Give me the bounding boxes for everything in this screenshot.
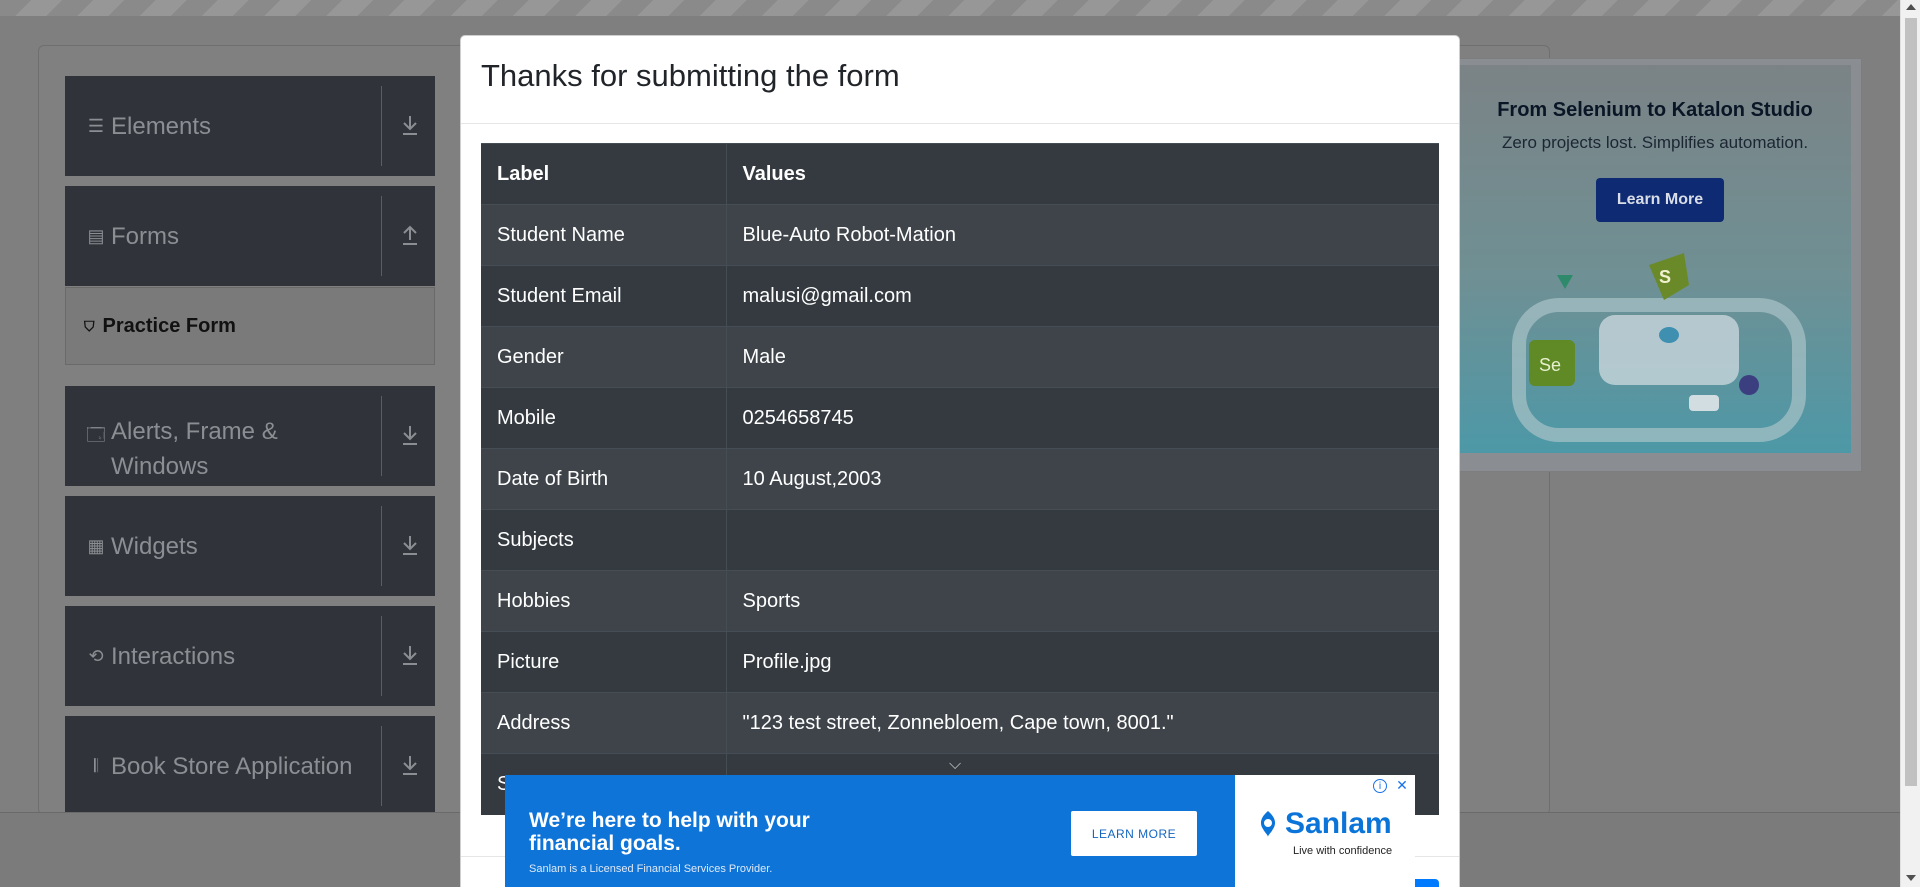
- row-label: Address: [481, 692, 727, 754]
- scroll-down-arrow-icon[interactable]: [1906, 875, 1916, 881]
- divider: [381, 506, 382, 586]
- row-label: Date of Birth: [481, 448, 727, 510]
- divider: [381, 616, 382, 696]
- download-arrow-icon[interactable]: [399, 644, 421, 668]
- download-arrow-icon[interactable]: [399, 754, 421, 778]
- svg-text:S: S: [1659, 267, 1671, 287]
- widgets-icon: ▦: [87, 535, 105, 556]
- hamburger-icon: ☰: [87, 115, 105, 136]
- download-arrow-icon[interactable]: [399, 114, 421, 138]
- sidebar-group-title: ▦ Widgets: [85, 496, 198, 596]
- sanlam-brand-name: Sanlam: [1285, 807, 1392, 840]
- row-value: Male: [726, 326, 1439, 388]
- row-label: Student Name: [481, 204, 727, 266]
- sidebar-group-title: ☰ Elements: [85, 76, 211, 176]
- divider: [381, 86, 382, 166]
- table-row: Date of Birth 10 August,2003: [481, 448, 1439, 510]
- ad-title: From Selenium to Katalon Studio: [1497, 99, 1813, 121]
- submission-modal: Thanks for submitting the form Label Val…: [460, 35, 1460, 887]
- row-label: Hobbies: [481, 570, 727, 632]
- sidebar-group-widgets[interactable]: ▦ Widgets: [65, 496, 435, 596]
- sidebar-item-practice-form[interactable]: ⛉ Practice Form: [65, 287, 435, 365]
- column-header-values: Values: [726, 143, 1439, 205]
- row-label: Subjects: [481, 509, 727, 571]
- modal-header: Thanks for submitting the form: [461, 36, 1459, 124]
- row-value: Sports: [726, 570, 1439, 632]
- row-label: Gender: [481, 326, 727, 388]
- page-scrollbar[interactable]: [1900, 0, 1920, 887]
- chevron-down-icon[interactable]: ⌵: [949, 754, 961, 774]
- scroll-thumb[interactable]: [1905, 18, 1917, 786]
- sanlam-logo: Sanlam: [1257, 807, 1392, 841]
- divider: [381, 196, 382, 276]
- download-arrow-icon[interactable]: [399, 534, 421, 558]
- sanlam-logo-area: Sanlam Live with confidence: [1235, 775, 1415, 887]
- row-value: "123 test street, Zonnebloem, Cape town,…: [726, 692, 1439, 754]
- window-icon: 🗔: [86, 425, 106, 445]
- sidebar-group-label: Forms: [111, 222, 179, 250]
- sidebar-group-title: ⟲ Interactions: [85, 606, 235, 706]
- ad-fine-print: Sanlam is a Licensed Financial Services …: [529, 863, 773, 875]
- sidebar-group-label: Elements: [111, 112, 212, 140]
- table-row: Picture Profile.jpg: [481, 631, 1439, 693]
- row-value: malusi@gmail.com: [726, 265, 1439, 327]
- sidebar-group-title: ▤ Forms: [85, 186, 179, 286]
- sidebar-item-label: Practice Form: [102, 314, 236, 337]
- sidebar-group-title: 𝄃 Book Store Application: [85, 716, 353, 816]
- table-row: Student Email malusi@gmail.com: [481, 265, 1439, 327]
- sidebar-group-forms[interactable]: ▤ Forms: [65, 186, 435, 286]
- table-row: Student Name Blue-Auto Robot-Mation: [481, 204, 1439, 266]
- table-row: Address "123 test street, Zonnebloem, Ca…: [481, 692, 1439, 754]
- row-value: 0254658745: [726, 387, 1439, 449]
- table-row: Mobile 0254658745: [481, 387, 1439, 449]
- sidebar-group-elements[interactable]: ☰ Elements: [65, 76, 435, 176]
- top-banner-strip: [0, 0, 1920, 16]
- sidebar-group-alerts[interactable]: 🗔 Alerts, Frame & Windows: [65, 386, 435, 486]
- katalon-ad[interactable]: From Selenium to Katalon Studio Zero pro…: [1452, 58, 1862, 472]
- katalon-ad-body: From Selenium to Katalon Studio Zero pro…: [1459, 65, 1851, 453]
- table-row: Hobbies Sports: [481, 570, 1439, 632]
- row-value: 10 August,2003: [726, 448, 1439, 510]
- ad-info-icon[interactable]: i: [1373, 779, 1387, 793]
- sidebar-group-label: Book Store Application: [111, 752, 353, 780]
- ad-close-icon[interactable]: ✕: [1393, 777, 1411, 795]
- document-icon: ▤: [87, 225, 105, 246]
- submission-table: Label Values Student Name Blue-Auto Robo…: [481, 143, 1439, 815]
- column-header-label: Label: [481, 143, 727, 205]
- row-value: [726, 509, 1439, 571]
- ad-illustration: S Se: [1512, 253, 1806, 442]
- row-label: Mobile: [481, 387, 727, 449]
- scroll-up-arrow-icon[interactable]: [1906, 4, 1916, 10]
- sidebar-group-label: Interactions: [111, 642, 236, 670]
- modal-title: Thanks for submitting the form: [481, 58, 900, 93]
- sidebar-group-book-store[interactable]: 𝄃 Book Store Application: [65, 716, 435, 812]
- table-header-row: Label Values: [481, 143, 1439, 205]
- row-value: Blue-Auto Robot-Mation: [726, 204, 1439, 266]
- sanlam-tagline: Live with confidence: [1293, 845, 1393, 857]
- sanlam-ad[interactable]: We’re here to help with your financial g…: [505, 775, 1415, 887]
- row-label: Student Email: [481, 265, 727, 327]
- svg-text:Se: Se: [1539, 355, 1561, 375]
- divider: [381, 396, 382, 476]
- divider: [381, 726, 382, 806]
- submission-table-wrapper: Label Values Student Name Blue-Auto Robo…: [481, 143, 1439, 815]
- download-arrow-icon[interactable]: [399, 424, 421, 448]
- ad-learn-more-button[interactable]: Learn More: [1596, 178, 1724, 222]
- books-icon: 𝄃: [93, 755, 99, 776]
- ad-subtitle: Zero projects lost. Simplifies automatio…: [1501, 133, 1809, 152]
- table-row: Subjects: [481, 509, 1439, 571]
- sidebar-group-label: Widgets: [111, 532, 198, 560]
- refresh-icon: ⟲: [88, 645, 104, 666]
- ad-headline: We’re here to help with your financial g…: [529, 809, 810, 855]
- row-value: Profile.jpg: [726, 631, 1439, 693]
- table-row: Gender Male: [481, 326, 1439, 388]
- sidebar-group-label: Alerts, Frame & Windows: [111, 418, 278, 480]
- sidebar-group-interactions[interactable]: ⟲ Interactions: [65, 606, 435, 706]
- ad-learn-more-button[interactable]: LEARN MORE: [1071, 811, 1197, 856]
- upload-arrow-icon[interactable]: [399, 224, 421, 248]
- row-label: Picture: [481, 631, 727, 693]
- sanlam-shield-icon: [1260, 811, 1276, 837]
- html5-icon: ⛉: [84, 317, 95, 334]
